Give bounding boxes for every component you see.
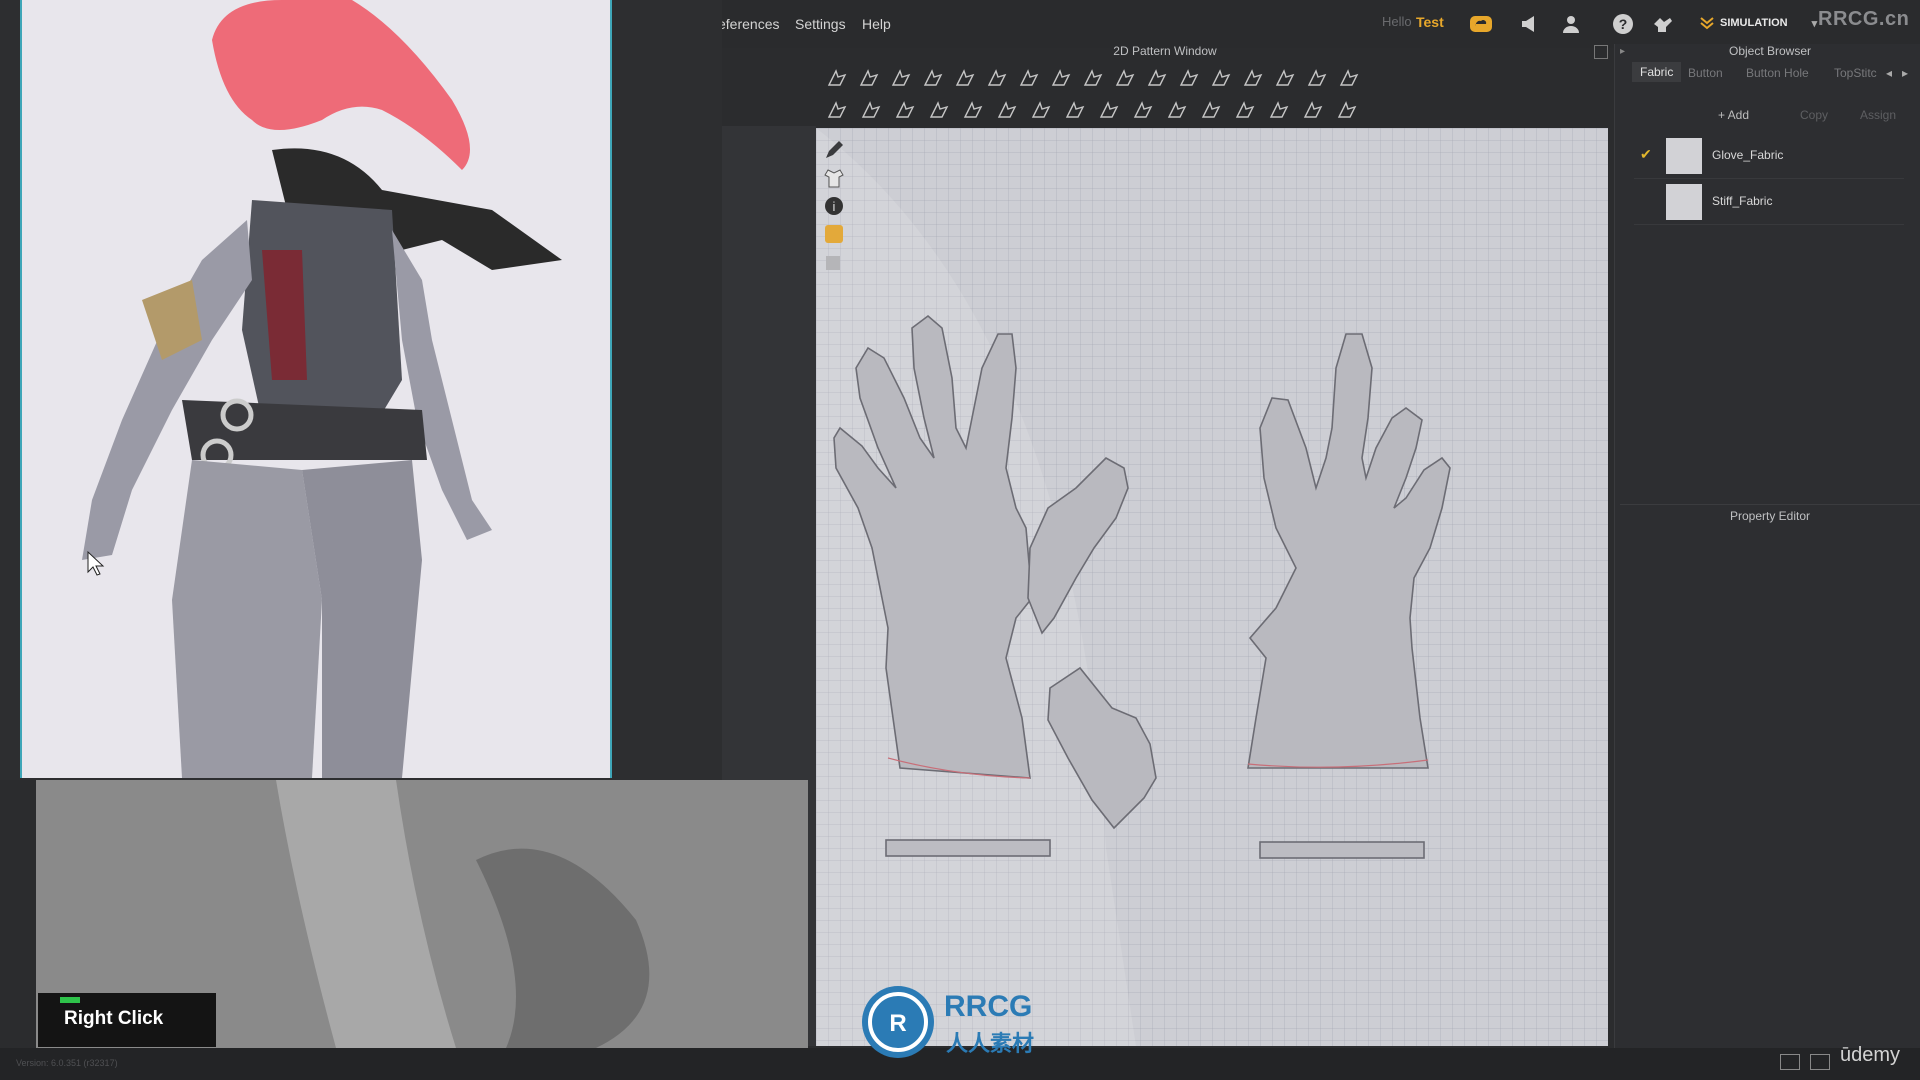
checkmark-icon: ✔ <box>1640 146 1652 162</box>
right-glove-pattern[interactable] <box>1247 333 1451 769</box>
tab-scroll-right-icon[interactable]: ▸ <box>1902 66 1908 80</box>
assign-fabric-button[interactable]: Assign <box>1860 108 1896 122</box>
object-browser-title: Object Browser <box>1728 44 1812 58</box>
pattern-toolbar-row-1 <box>720 62 1610 94</box>
tab-topstitch[interactable]: TopStitc <box>1834 66 1877 80</box>
copy-fabric-button[interactable]: Copy <box>1800 108 1828 122</box>
pattern-row1-tool-4-icon[interactable] <box>922 67 944 89</box>
info-tool-icon[interactable]: i <box>822 194 846 218</box>
pattern-row1-tool-10-icon[interactable] <box>1114 67 1136 89</box>
help-icon[interactable]: ? <box>1610 12 1636 36</box>
pattern-canvas[interactable] <box>816 128 1608 1046</box>
account-icon[interactable] <box>1558 12 1584 36</box>
rrcg-watermark-logo: R RRCG 人人素材 <box>860 982 1070 1062</box>
object-browser-tabs: Fabric Button Button Hole TopStitc ◂ ▸ <box>1620 62 1920 86</box>
pattern-row2-tool-3-icon[interactable] <box>894 99 916 121</box>
pattern-drawing <box>816 128 1451 1046</box>
pattern-row2-tool-13-icon[interactable] <box>1234 99 1256 121</box>
pattern-row2-tool-8-icon[interactable] <box>1064 99 1086 121</box>
watermark-brand: RRCG <box>944 990 1033 1023</box>
pattern-row2-tool-12-icon[interactable] <box>1200 99 1222 121</box>
pattern-row1-tool-13-icon[interactable] <box>1210 67 1232 89</box>
pattern-row2-tool-10-icon[interactable] <box>1132 99 1154 121</box>
canvas-tool-column: i <box>822 138 850 288</box>
collapse-arrow-icon[interactable]: ▸ <box>1620 46 1625 57</box>
layer-tool-icon[interactable] <box>822 250 846 274</box>
left-cuff-strip[interactable] <box>885 839 1051 857</box>
watermark-subtitle: 人人素材 <box>946 1032 1035 1057</box>
pattern-row1-tool-6-icon[interactable] <box>986 67 1008 89</box>
property-editor-title: Property Editor <box>1620 504 1920 529</box>
pattern-row2-tool-14-icon[interactable] <box>1268 99 1290 121</box>
pattern-row1-tool-14-icon[interactable] <box>1242 67 1264 89</box>
garment-tool-icon[interactable] <box>822 166 846 190</box>
cloud-icon[interactable] <box>1468 12 1494 36</box>
brand-watermark: RRCG.cn <box>1818 8 1910 30</box>
tab-scroll-left-icon[interactable]: ◂ <box>1886 66 1892 80</box>
pattern-row2-tool-4-icon[interactable] <box>928 99 950 121</box>
pattern-row2-tool-5-icon[interactable] <box>962 99 984 121</box>
svg-text:R: R <box>889 1010 906 1037</box>
hint-label: Right Click <box>64 1008 164 1029</box>
pattern-row1-tool-3-icon[interactable] <box>890 67 912 89</box>
object-browser-actions: + Add Copy Assign <box>1620 104 1920 126</box>
pattern-row2-tool-7-icon[interactable] <box>1030 99 1052 121</box>
pattern-row1-tool-16-icon[interactable] <box>1306 67 1328 89</box>
pattern-row1-tool-11-icon[interactable] <box>1146 67 1168 89</box>
tab-fabric[interactable]: Fabric <box>1632 62 1682 82</box>
pattern-row1-tool-8-icon[interactable] <box>1050 67 1072 89</box>
texture-tool-icon[interactable] <box>822 222 846 246</box>
tab-button-hole[interactable]: Button Hole <box>1746 66 1809 80</box>
simulation-icon <box>1700 17 1714 30</box>
greeting-label: Hello <box>1382 14 1412 29</box>
pen-tool-icon[interactable] <box>822 138 846 162</box>
pattern-row2-tool-2-icon[interactable] <box>860 99 882 121</box>
layout-split-icon[interactable] <box>1810 1054 1830 1070</box>
chevron-down-icon: ▾ <box>1811 17 1818 30</box>
fabric-list-item[interactable]: Stiff_Fabric <box>1634 180 1904 225</box>
pattern-row1-tool-7-icon[interactable] <box>1018 67 1040 89</box>
reference-character-image <box>20 0 612 778</box>
udemy-logo: ūdemy <box>1840 1044 1901 1066</box>
fabric-swatch <box>1666 138 1702 174</box>
pattern-row2-tool-6-icon[interactable] <box>996 99 1018 121</box>
pattern-window-title: 2D Pattern Window <box>1113 44 1217 58</box>
avatar-pose-icon[interactable] <box>1650 12 1676 36</box>
version-label: Version: 6.0.351 (r32317) <box>16 1058 118 1068</box>
hint-indicator <box>60 997 80 1003</box>
add-fabric-button[interactable]: + Add <box>1718 108 1749 122</box>
pattern-row1-tool-5-icon[interactable] <box>954 67 976 89</box>
fabric-name: Glove_Fabric <box>1712 148 1784 162</box>
maximize-icon[interactable] <box>1594 45 1608 59</box>
svg-text:i: i <box>833 199 836 214</box>
right-cuff-strip[interactable] <box>1259 841 1425 859</box>
menu-preferences[interactable]: eferences <box>718 16 779 32</box>
fabric-swatch <box>1666 184 1702 220</box>
pattern-row1-tool-17-icon[interactable] <box>1338 67 1360 89</box>
pattern-toolbar-row-2 <box>720 94 1610 126</box>
menu-help[interactable]: Help <box>862 16 891 32</box>
pattern-row2-tool-9-icon[interactable] <box>1098 99 1120 121</box>
menu-settings[interactable]: Settings <box>795 16 846 32</box>
pattern-row1-tool-12-icon[interactable] <box>1178 67 1200 89</box>
pattern-row1-tool-1-icon[interactable] <box>826 67 848 89</box>
simulation-label: SIMULATION <box>1720 17 1788 29</box>
pattern-row1-tool-2-icon[interactable] <box>858 67 880 89</box>
announcement-icon[interactable] <box>1516 12 1542 36</box>
pattern-row1-tool-9-icon[interactable] <box>1082 67 1104 89</box>
pattern-row2-tool-11-icon[interactable] <box>1166 99 1188 121</box>
simulation-mode-dropdown[interactable]: SIMULATION ▾ <box>1700 10 1817 36</box>
tab-button[interactable]: Button <box>1688 66 1723 80</box>
fabric-name: Stiff_Fabric <box>1712 194 1773 208</box>
layout-single-icon[interactable] <box>1780 1054 1800 1070</box>
user-name[interactable]: Test <box>1416 14 1444 30</box>
pattern-row2-tool-1-icon[interactable] <box>826 99 848 121</box>
fabric-list-item[interactable]: ✔ Glove_Fabric <box>1634 134 1904 179</box>
pattern-row1-tool-15-icon[interactable] <box>1274 67 1296 89</box>
pattern-row2-tool-15-icon[interactable] <box>1302 99 1324 121</box>
pattern-row2-tool-16-icon[interactable] <box>1336 99 1358 121</box>
svg-text:?: ? <box>1619 16 1628 32</box>
